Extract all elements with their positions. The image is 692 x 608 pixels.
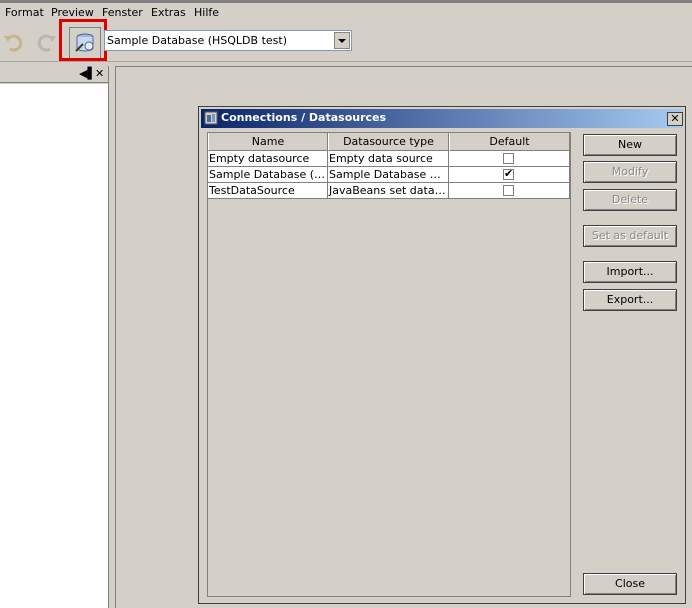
undo-icon[interactable]: [2, 30, 26, 54]
menu-preview[interactable]: Preview: [51, 7, 94, 19]
dialog-title-bar[interactable]: Connections / Datasources ✕: [201, 109, 683, 128]
datasource-table: Name Datasource type Default Empty datas…: [207, 132, 571, 597]
set-default-button[interactable]: Set as default: [583, 225, 677, 247]
column-header-name[interactable]: Name: [208, 133, 328, 151]
cell-name: TestDataSource: [208, 183, 328, 199]
datasource-combo[interactable]: Sample Database (HSQLDB test): [104, 30, 352, 51]
checkmark-icon: ✔: [504, 167, 514, 180]
close-icon[interactable]: ✕: [667, 112, 683, 126]
cell-name: Empty datasource: [208, 151, 328, 167]
connections-dialog: Connections / Datasources ✕ Name Datasou…: [198, 106, 686, 604]
column-header-type[interactable]: Datasource type: [328, 133, 449, 151]
menu-extras[interactable]: Extras: [151, 7, 186, 19]
cell-default: [449, 151, 570, 167]
datasource-combo-value: Sample Database (HSQLDB test): [107, 34, 287, 47]
panel-pin-icon[interactable]: ◀▌: [79, 67, 96, 81]
left-panel: ◀▌ ✕: [0, 66, 109, 608]
default-checkbox[interactable]: ✔: [503, 167, 514, 180]
import-button[interactable]: Import...: [583, 261, 677, 283]
cell-type: JavaBeans set dataso...: [328, 183, 449, 199]
dialog-title: Connections / Datasources: [221, 111, 387, 124]
cell-default: [449, 183, 570, 199]
table-row[interactable]: Sample Database (HS... Sample Database C…: [208, 167, 570, 183]
database-connection-icon: [73, 31, 97, 55]
left-panel-header: ◀▌ ✕: [0, 66, 109, 83]
close-button[interactable]: Close: [583, 573, 677, 595]
export-button[interactable]: Export...: [583, 289, 677, 311]
menu-bar: Format Preview Fenster Extras Hilfe: [0, 0, 692, 22]
default-checkbox[interactable]: [503, 185, 514, 196]
table-row[interactable]: Empty datasource Empty data source: [208, 151, 570, 167]
redo-icon[interactable]: [34, 30, 58, 54]
cell-name: Sample Database (HS...: [208, 167, 328, 183]
datasource-button[interactable]: [69, 27, 101, 59]
cell-type: Empty data source: [328, 151, 449, 167]
left-panel-content: [0, 84, 108, 608]
close-icon[interactable]: ✕: [95, 67, 104, 81]
new-button[interactable]: New: [583, 134, 677, 156]
table-row[interactable]: TestDataSource JavaBeans set dataso...: [208, 183, 570, 199]
menu-fenster[interactable]: Fenster: [102, 7, 143, 19]
default-checkbox[interactable]: [503, 153, 514, 164]
modify-button[interactable]: Modify: [583, 161, 677, 183]
chevron-down-icon[interactable]: [334, 32, 350, 49]
cell-default: ✔: [449, 167, 570, 183]
menu-hilfe[interactable]: Hilfe: [194, 7, 219, 19]
menu-format[interactable]: Format: [5, 7, 44, 19]
dialog-app-icon: [204, 111, 218, 125]
cell-type: Sample Database Con...: [328, 167, 449, 183]
delete-button[interactable]: Delete: [583, 189, 677, 211]
column-header-default[interactable]: Default: [449, 133, 570, 151]
